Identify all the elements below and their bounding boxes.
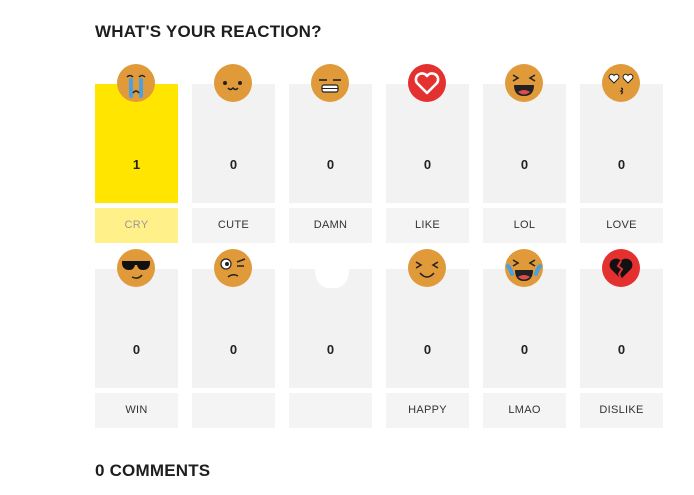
reaction-lmao[interactable]: 0 LMAO <box>483 248 566 428</box>
reaction-count: 0 <box>326 342 335 357</box>
wtf-icon <box>213 248 253 288</box>
reaction-damn[interactable]: 0 DAMN <box>289 63 372 243</box>
reactions-grid: 1 CRY 0 CUTE 0 DAMN 0 LIKE 0 LOL 0 LOVE … <box>95 63 665 433</box>
reaction-lol[interactable]: 0 LOL <box>483 63 566 243</box>
reaction-label: LMAO <box>483 393 566 428</box>
reaction-count: 0 <box>423 157 432 172</box>
reaction-count: 0 <box>423 342 432 357</box>
win-icon <box>116 248 156 288</box>
reaction-count: 0 <box>132 342 141 357</box>
reaction-love[interactable]: 0 LOVE <box>580 63 663 243</box>
lmao-icon <box>504 248 544 288</box>
broken-heart-icon <box>601 248 641 288</box>
heart-icon <box>407 63 447 103</box>
damn-icon <box>310 63 350 103</box>
reaction-count: 0 <box>520 342 529 357</box>
reaction-count: 1 <box>132 157 141 172</box>
reactions-title: WHAT'S YOUR REACTION? <box>95 22 322 41</box>
reaction-label: WIN <box>95 393 178 428</box>
reaction-win[interactable]: 0 WIN <box>95 248 178 428</box>
love-icon <box>601 63 641 103</box>
reaction-count: 0 <box>229 157 238 172</box>
cute-icon <box>213 63 253 103</box>
reaction-label: CUTE <box>192 208 275 243</box>
reaction-count: 0 <box>617 342 626 357</box>
blank-icon <box>310 248 350 288</box>
happy-icon <box>407 248 447 288</box>
reaction-happy[interactable]: 0 HAPPY <box>386 248 469 428</box>
reaction-count: 0 <box>229 342 238 357</box>
reaction-label: DAMN <box>289 208 372 243</box>
reaction-label: LOVE <box>580 208 663 243</box>
reaction-cute[interactable]: 0 CUTE <box>192 63 275 243</box>
reaction-label: DISLIKE <box>580 393 663 428</box>
reaction-label: LIKE <box>386 208 469 243</box>
reaction-like[interactable]: 0 LIKE <box>386 63 469 243</box>
reaction-wtf[interactable]: 0 <box>192 248 275 428</box>
reaction-count: 0 <box>520 157 529 172</box>
cry-icon <box>116 63 156 103</box>
reaction-label <box>192 393 275 428</box>
reaction-label: CRY <box>95 208 178 243</box>
reaction-label <box>289 393 372 428</box>
reactions-row-2: 0 WIN 0 0 0 HAPPY 0 LMAO 0 DISLIKE <box>95 248 665 433</box>
lol-icon <box>504 63 544 103</box>
reaction-dislike[interactable]: 0 DISLIKE <box>580 248 663 428</box>
comments-title: 0 COMMENTS <box>95 461 211 480</box>
reaction-label: LOL <box>483 208 566 243</box>
reaction-count: 0 <box>617 157 626 172</box>
reaction-blank[interactable]: 0 <box>289 248 372 428</box>
reaction-label: HAPPY <box>386 393 469 428</box>
reactions-row-1: 1 CRY 0 CUTE 0 DAMN 0 LIKE 0 LOL 0 LOVE <box>95 63 665 248</box>
reaction-count: 0 <box>326 157 335 172</box>
reaction-cry[interactable]: 1 CRY <box>95 63 178 243</box>
